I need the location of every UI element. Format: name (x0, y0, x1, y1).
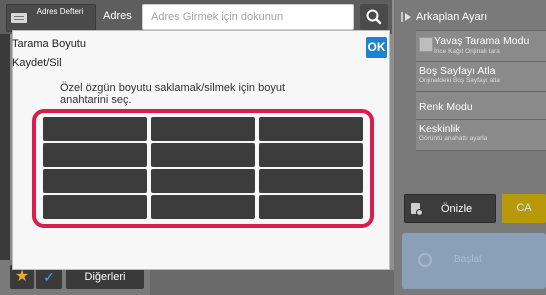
size-key-3[interactable] (259, 117, 363, 141)
address-label: Adres (103, 10, 132, 22)
address-book-icon (11, 13, 27, 23)
search-button[interactable] (360, 4, 388, 30)
slow-scan-subtitle: İnce Kağıt Orijinali tara (434, 48, 500, 55)
address-book-label: Adres Defteri (36, 7, 84, 16)
background-setting-item[interactable]: Arkaplan Ayarı (416, 11, 487, 23)
skip-blank-title: Boş Sayfayı Atla (419, 65, 496, 77)
size-key-6[interactable] (259, 143, 363, 167)
skip-blank-page-item[interactable]: Boş Sayfayı Atla Orijinaldeki Boş Sayfay… (416, 61, 546, 91)
ca-button[interactable]: CA (502, 194, 546, 223)
settings-list: Yavaş Tarama Modu İnce Kağıt Orijinali t… (416, 30, 546, 151)
size-key-2[interactable] (151, 117, 255, 141)
sharpness-subtitle: Görüntü anahattı ayarla (419, 135, 488, 142)
size-key-5[interactable] (151, 143, 255, 167)
address-input[interactable] (142, 4, 354, 30)
size-key-1[interactable] (43, 117, 147, 141)
color-mode-item[interactable]: Renk Modu (416, 91, 546, 119)
ca-label: CA (516, 202, 532, 214)
skip-blank-subtitle: Orijinaldeki Boş Sayfayı atla (419, 77, 500, 84)
start-button[interactable]: Başlat (402, 233, 546, 289)
search-icon (366, 9, 382, 25)
size-key-7[interactable] (43, 169, 147, 193)
dialog-title-line2: Kaydet/Sil (12, 57, 62, 69)
top-bar: Adres Defteri Adres (0, 0, 392, 34)
sharpness-title: Keskinlik (419, 123, 461, 135)
screen: Adres Defteri Adres Arkaplan Ayarı Yavaş… (0, 0, 546, 295)
size-key-12[interactable] (259, 195, 363, 219)
panel-expand-icon[interactable] (400, 10, 412, 24)
preview-icon (411, 203, 423, 216)
slow-scan-mode-item[interactable]: Yavaş Tarama Modu İnce Kağıt Orijinali t… (416, 30, 546, 61)
slow-scan-title: Yavaş Tarama Modu (434, 35, 530, 47)
dialog-instructions: Özel özgün boyutu saklamak/silmek için b… (60, 82, 285, 106)
color-mode-title: Renk Modu (419, 101, 473, 113)
size-key-11[interactable] (151, 195, 255, 219)
preview-button[interactable]: Önizle (404, 194, 496, 223)
left-edge-strip (0, 34, 10, 260)
size-key-8[interactable] (151, 169, 255, 193)
start-label: Başlat (454, 254, 482, 265)
size-key-10[interactable] (43, 195, 147, 219)
start-icon (418, 253, 432, 267)
size-key-9[interactable] (259, 169, 363, 193)
dialog-title-line1: Tarama Boyutu (12, 38, 86, 50)
ok-button[interactable]: OK (366, 37, 387, 58)
slow-scan-checkbox[interactable] (419, 37, 433, 52)
sharpness-item[interactable]: Keskinlik Görüntü anahattı ayarla (416, 119, 546, 151)
address-book-button[interactable]: Adres Defteri (6, 4, 96, 32)
size-key-4[interactable] (43, 143, 147, 167)
preview-label: Önizle (441, 203, 473, 215)
dialog-shadow-strip (150, 270, 394, 295)
